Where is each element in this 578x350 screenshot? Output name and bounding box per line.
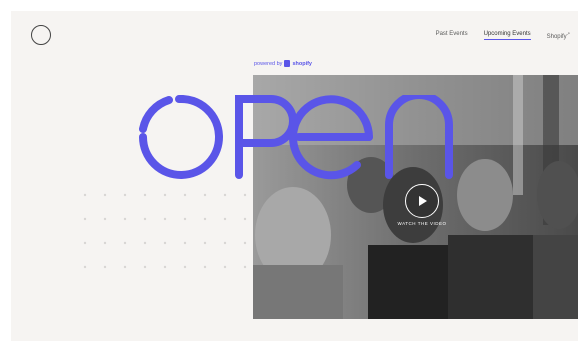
- powered-by-brand: shopify: [292, 60, 312, 67]
- nav-past-events[interactable]: Past Events: [436, 31, 468, 40]
- powered-by-prefix: powered by: [254, 60, 283, 67]
- play-video-button[interactable]: [405, 184, 439, 218]
- dot-grid-decoration: [83, 193, 247, 269]
- letter-n: [385, 95, 453, 179]
- nav-upcoming-events[interactable]: Upcoming Events: [483, 31, 531, 40]
- watch-video-label[interactable]: WATCH THE VIDEO: [391, 221, 453, 226]
- top-nav: Past Events Upcoming Events Shopify↗: [436, 31, 570, 40]
- letter-p: [235, 95, 297, 179]
- open-wordmark: [139, 95, 453, 180]
- external-link-icon: ↗: [566, 31, 570, 36]
- nav-shopify-label: Shopify: [546, 34, 567, 40]
- page-container: Past Events Upcoming Events Shopify↗ pow…: [11, 11, 578, 341]
- play-icon: [419, 196, 427, 206]
- shopify-bag-icon: [284, 60, 291, 67]
- powered-by: powered by shopify: [254, 60, 312, 67]
- letter-o-gap: [139, 96, 173, 133]
- logo-circle-icon[interactable]: [31, 25, 51, 45]
- nav-shopify[interactable]: Shopify↗: [547, 31, 570, 40]
